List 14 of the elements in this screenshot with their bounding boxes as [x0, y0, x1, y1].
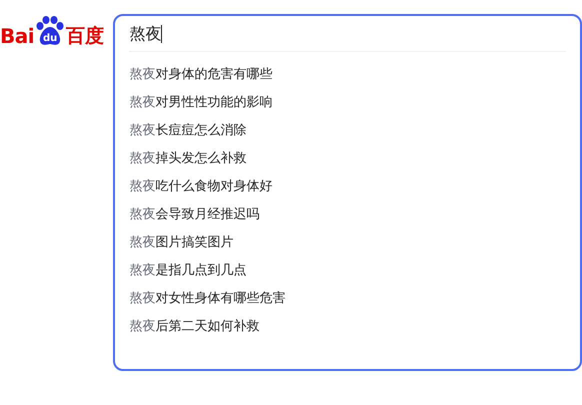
- suggestion-item[interactable]: 熬夜对身体的危害有哪些: [115, 61, 580, 89]
- suggestion-item[interactable]: 熬夜掉头发怎么补救: [115, 145, 580, 173]
- suggestion-item[interactable]: 熬夜对男性性功能的影响: [115, 89, 580, 117]
- search-field[interactable]: 熬夜: [129, 16, 566, 52]
- suggestion-item[interactable]: 熬夜对女性身体有哪些危害: [115, 285, 580, 313]
- logo-text: Bai: [0, 26, 34, 46]
- suggestion-item[interactable]: 熬夜后第二天如何补救: [115, 313, 580, 341]
- text-cursor: [161, 24, 162, 42]
- suggestion-item[interactable]: 熬夜吃什么食物对身体好: [115, 173, 580, 201]
- suggestion-item[interactable]: 熬夜会导致月经推迟吗: [115, 201, 580, 229]
- suggestion-item[interactable]: 熬夜是指几点到几点: [115, 257, 580, 285]
- logo-text: 百度: [66, 27, 104, 46]
- suggestion-item[interactable]: 熬夜长痘痘怎么消除: [115, 117, 580, 145]
- suggestion-item[interactable]: 熬夜图片搞笑图片: [115, 229, 580, 257]
